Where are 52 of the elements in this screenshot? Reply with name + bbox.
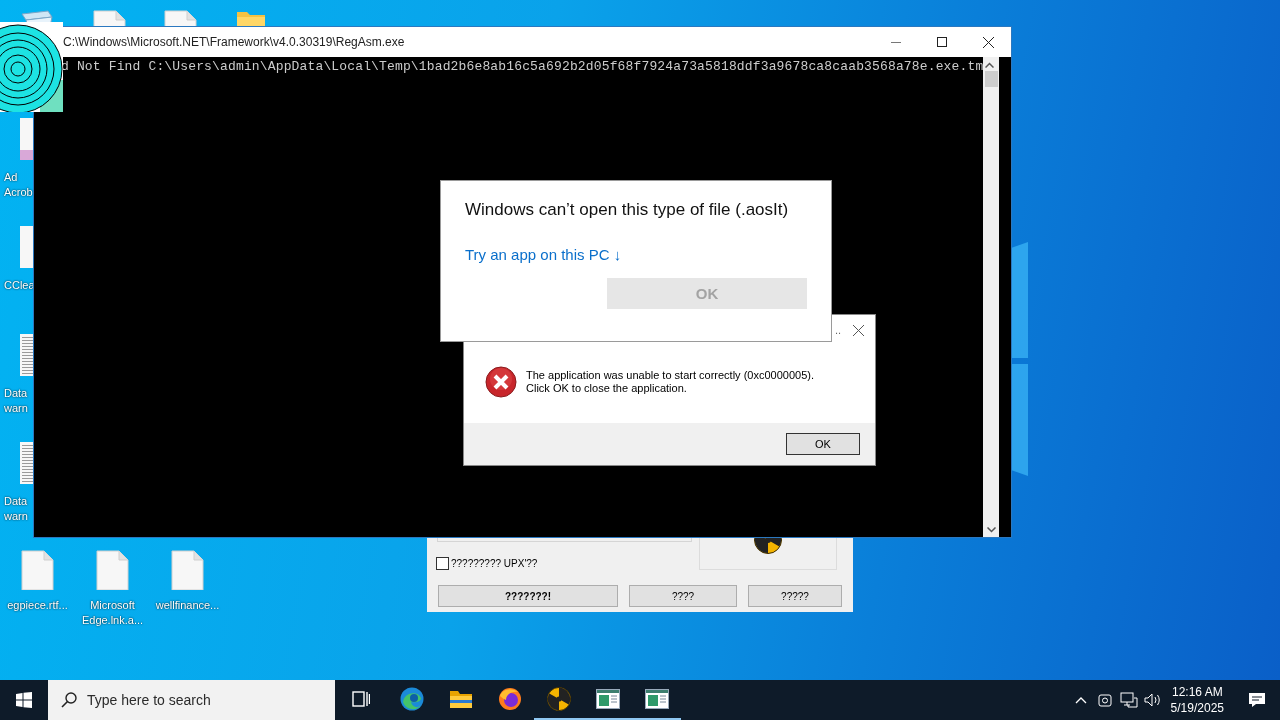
text-file-icon xyxy=(20,334,34,376)
file-icon xyxy=(96,550,129,590)
icon-label: wellfinance... xyxy=(155,598,220,613)
file-icon xyxy=(20,118,34,160)
error-message: The application was unable to start correctly (0xc0000005). Click OK to close the application. xyxy=(526,369,814,395)
checkbox[interactable] xyxy=(436,557,449,570)
app-link[interactable]: Try an app on this PC ↓ xyxy=(465,246,622,263)
start-icon[interactable] xyxy=(16,692,32,708)
checkbox-label: ????????? UPX'?? xyxy=(451,558,538,569)
icon-label: Ad Acrob xyxy=(4,170,34,200)
search-icon xyxy=(61,692,77,708)
search-bar[interactable]: Type here to search xyxy=(48,680,335,720)
scroll-down-icon[interactable] xyxy=(986,527,996,533)
minimize-icon xyxy=(891,41,901,43)
app-button[interactable]: ????? xyxy=(748,585,842,607)
maximize-icon xyxy=(937,37,947,47)
window-title: C:\Windows\Microsoft.NET\Framework\v4.0.30319\RegAsm.exe xyxy=(62,35,406,49)
firefox-icon[interactable] xyxy=(497,687,522,711)
camera-icon[interactable] xyxy=(1097,692,1112,708)
task-view-icon[interactable] xyxy=(352,691,370,707)
clock-time: 12:16 AM xyxy=(1171,684,1223,700)
dialog-heading: Windows can’t open this type of file (.aosIt) xyxy=(465,200,789,220)
file-icon xyxy=(20,226,34,268)
close-icon xyxy=(982,36,994,48)
icon-label: egpiece.rtf... xyxy=(7,598,68,613)
scroll-up-icon[interactable] xyxy=(984,62,994,68)
folder-icon xyxy=(237,12,265,27)
ok-button[interactable]: OK xyxy=(786,433,860,455)
clock-date: 5/19/2025 xyxy=(1170,700,1224,716)
text-file-icon xyxy=(20,442,34,484)
radiation-icon[interactable] xyxy=(546,687,571,711)
icon-label: Microsoft Edge.lnk.a... xyxy=(81,598,144,628)
icon-label: Data warn xyxy=(4,386,29,416)
chevron-up-icon[interactable] xyxy=(1074,696,1087,704)
dialog-title: .. xyxy=(834,324,841,336)
folder-icon[interactable] xyxy=(448,689,473,709)
icon-label: Data warn xyxy=(4,494,29,524)
network-icon[interactable] xyxy=(1119,692,1138,708)
search-input[interactable]: Type here to search xyxy=(87,692,317,708)
volume-icon[interactable] xyxy=(1143,692,1162,708)
clock[interactable]: 12:16 AM 5/19/2025 xyxy=(1170,684,1224,716)
file-icon xyxy=(21,550,54,590)
file-icon xyxy=(171,550,204,590)
scroll-thumb[interactable] xyxy=(984,71,998,87)
window-icon[interactable] xyxy=(644,689,669,709)
window-icon[interactable] xyxy=(595,689,620,709)
notification-icon[interactable] xyxy=(1248,692,1266,708)
close-icon xyxy=(852,324,864,336)
error-icon xyxy=(485,366,517,398)
app-button[interactable]: ???????! xyxy=(438,585,618,607)
app-button[interactable]: ???? xyxy=(629,585,737,607)
edge-icon[interactable] xyxy=(399,687,424,711)
